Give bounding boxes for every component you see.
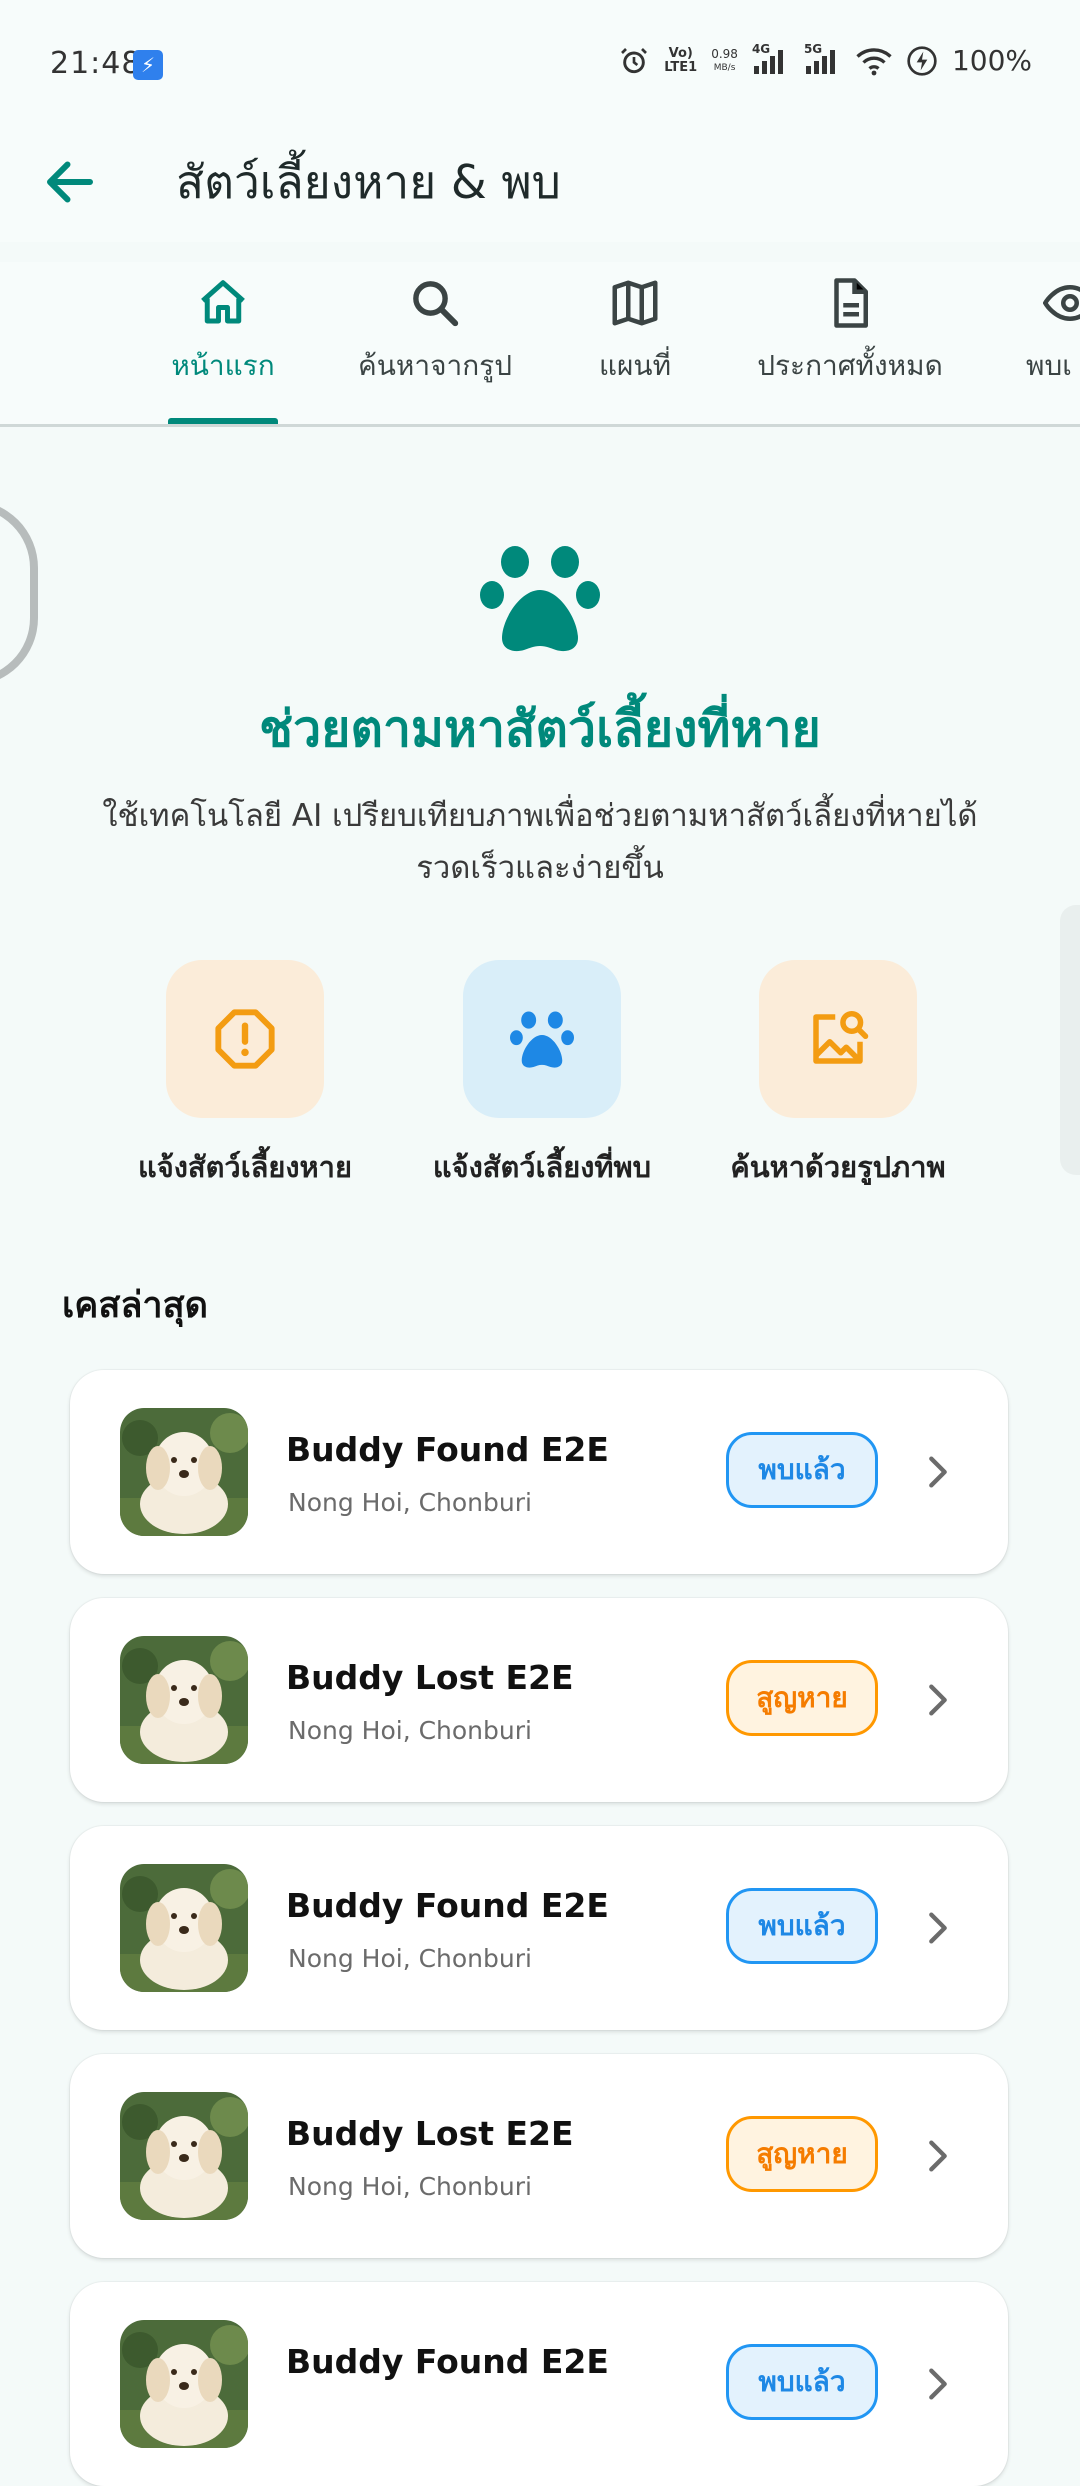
action-label: ค้นหาด้วยรูปภาพ <box>730 1150 946 1184</box>
wifi-icon <box>856 47 892 75</box>
case-card[interactable]: Buddy Found E2E Nong Hoi, Chonburi พบแล้… <box>70 1370 1008 1574</box>
network-speed: 0.98 MB/s <box>711 46 738 73</box>
alarm-icon <box>621 47 648 73</box>
home-icon <box>201 280 245 324</box>
pet-photo <box>120 1408 248 1536</box>
pet-thumbnail <box>120 2092 248 2220</box>
action-label: แจ้งสัตว์เลี้ยงหาย <box>138 1150 352 1184</box>
case-title: Buddy Lost E2E <box>286 1658 574 1697</box>
action-icon-box <box>759 960 917 1118</box>
case-card[interactable]: Buddy Found E2E พบแล้ว <box>70 2282 1008 2486</box>
chevron-right-icon <box>929 1456 947 1488</box>
battery-level: 100% <box>951 44 1032 77</box>
pet-photo <box>120 1864 248 1992</box>
pet-photo <box>120 2092 248 2220</box>
action-label: แจ้งสัตว์เลี้ยงที่พบ <box>432 1150 652 1184</box>
back-arrow-icon[interactable] <box>40 152 100 212</box>
case-title: Buddy Found E2E <box>286 2342 609 2381</box>
status-badge: พบแล้ว <box>726 1432 878 1508</box>
pet-thumbnail <box>120 1408 248 1536</box>
page-title: สัตว์เลี้ยงหาย & พบ <box>176 155 561 209</box>
case-location: Nong Hoi, Chonburi <box>288 1488 532 1517</box>
status-badge: พบแล้ว <box>726 2344 878 2420</box>
tab-all-posts[interactable]: ประกาศทั้งหมด <box>740 262 960 424</box>
case-location: Nong Hoi, Chonburi <box>288 1716 532 1745</box>
case-location: Nong Hoi, Chonburi <box>288 1944 532 1973</box>
tab-home[interactable]: หน้าแรก <box>148 262 298 424</box>
paw-icon <box>510 1011 574 1068</box>
tab-label: ค้นหาจากรูป <box>358 349 512 382</box>
case-title: Buddy Found E2E <box>286 1886 609 1925</box>
eye-icon <box>1043 284 1080 322</box>
map-icon <box>612 280 658 326</box>
tab-seen[interactable]: พบเ <box>1010 262 1080 424</box>
pet-thumbnail <box>120 1864 248 1992</box>
report-found-pet-button[interactable]: แจ้งสัตว์เลี้ยงที่พบ <box>392 960 692 1190</box>
status-time: 21:48 <box>50 46 142 81</box>
decorative-shape <box>0 500 38 686</box>
decorative-shape <box>1060 905 1080 1175</box>
battery-charging-icon <box>907 45 937 76</box>
pet-photo <box>120 2320 248 2448</box>
tab-label: หน้าแรก <box>171 349 275 382</box>
status-bar: 21:48 ⚡ Vo) LTE1 0.98 MB/s 4G 5G 100% <box>0 0 1080 132</box>
active-tab-indicator <box>168 418 278 424</box>
tab-label: แผนที่ <box>598 349 672 382</box>
hero-subtitle: ใช้เทคโนโลยี AI เปรียบเทียบภาพเพื่อช่วยต… <box>102 798 978 886</box>
image-search-icon <box>813 1010 869 1064</box>
pet-thumbnail <box>120 1636 248 1764</box>
case-location: Nong Hoi, Chonburi <box>288 2172 532 2201</box>
alert-icon <box>215 1009 275 1069</box>
search-icon <box>413 281 459 327</box>
tab-label: ประกาศทั้งหมด <box>757 349 943 382</box>
case-title: Buddy Found E2E <box>286 1430 609 1469</box>
section-title: เคสล่าสุด <box>62 1285 208 1326</box>
signal-5g-icon: 5G <box>804 42 842 76</box>
search-by-image-button[interactable]: ค้นหาด้วยรูปภาพ <box>688 960 988 1190</box>
paw-icon <box>480 546 600 652</box>
signal-4g-icon: 4G <box>752 42 790 76</box>
chevron-right-icon <box>929 2368 947 2400</box>
volte-indicator: Vo) LTE1 <box>664 45 698 75</box>
tab-label: พบเ <box>1026 349 1072 382</box>
status-badge: สูญหาย <box>726 1660 878 1736</box>
status-badge: สูญหาย <box>726 2116 878 2192</box>
tab-map[interactable]: แผนที่ <box>560 262 710 424</box>
tab-bar: หน้าแรก ค้นหาจากรูป แผนที่ ประกาศทั้งหมด… <box>0 262 1080 427</box>
case-card[interactable]: Buddy Lost E2E Nong Hoi, Chonburi สูญหาย <box>70 2054 1008 2258</box>
action-icon-box <box>166 960 324 1118</box>
pet-photo <box>120 1636 248 1764</box>
chevron-right-icon <box>929 2140 947 2172</box>
hero-title: ช่วยตามหาสัตว์เลี้ยงที่หาย <box>259 700 821 758</box>
report-lost-pet-button[interactable]: แจ้งสัตว์เลี้ยงหาย <box>95 960 395 1190</box>
usb-icon: ⚡ <box>133 50 163 80</box>
case-card[interactable]: Buddy Found E2E Nong Hoi, Chonburi พบแล้… <box>70 1826 1008 2030</box>
case-card[interactable]: Buddy Lost E2E Nong Hoi, Chonburi สูญหาย <box>70 1598 1008 1802</box>
chevron-right-icon <box>929 1684 947 1716</box>
chevron-right-icon <box>929 1912 947 1944</box>
status-icons: Vo) LTE1 0.98 MB/s 4G 5G 100% <box>618 42 1032 77</box>
action-icon-box <box>463 960 621 1118</box>
tab-search-by-image[interactable]: ค้นหาจากรูป <box>340 262 530 424</box>
status-badge: พบแล้ว <box>726 1888 878 1964</box>
case-title: Buddy Lost E2E <box>286 2114 574 2153</box>
app-bar: สัตว์เลี้ยงหาย & พบ <box>0 132 1080 242</box>
document-icon <box>834 278 868 328</box>
pet-thumbnail <box>120 2320 248 2448</box>
